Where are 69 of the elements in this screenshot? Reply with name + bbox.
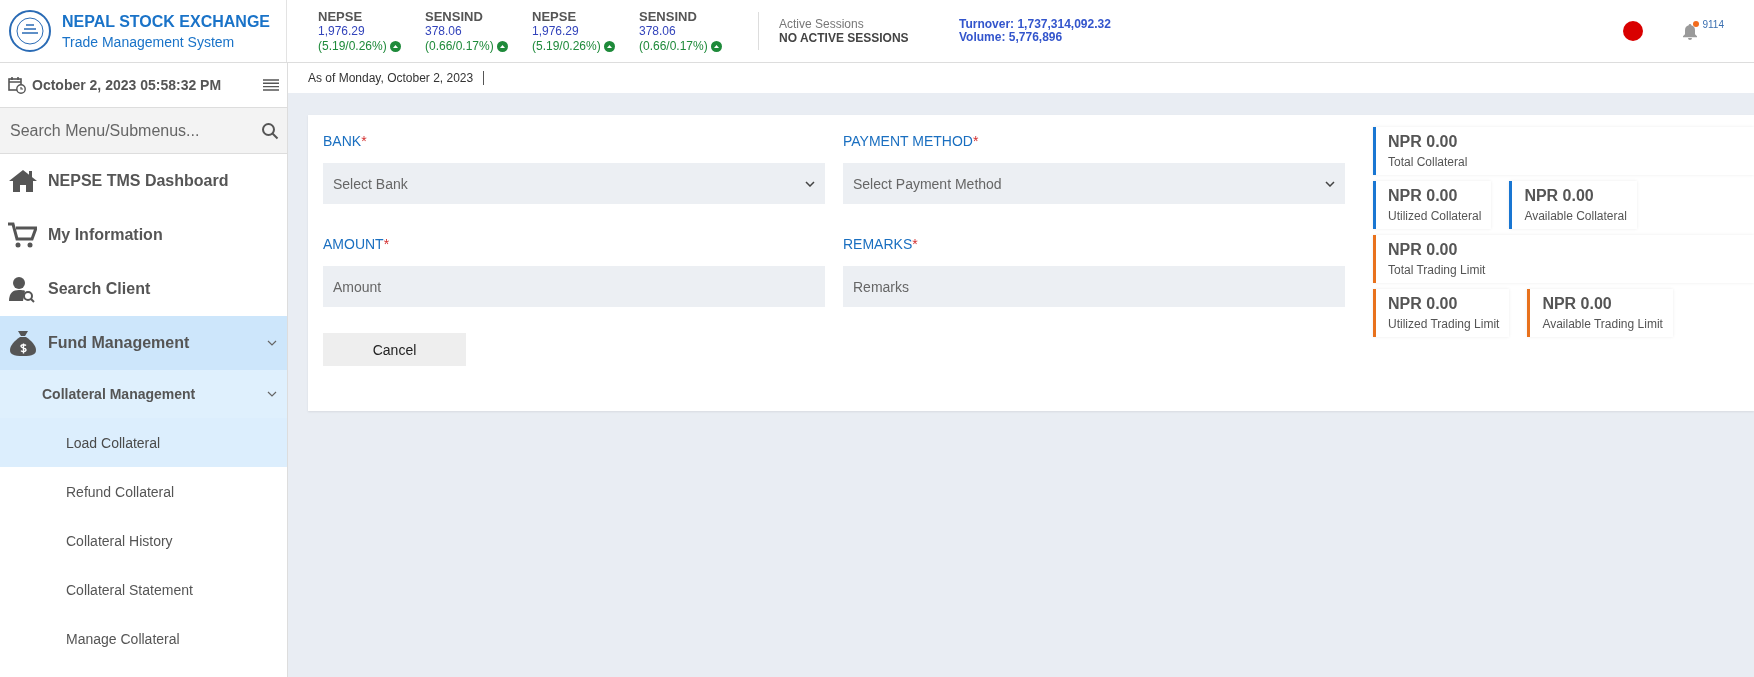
summary-amount: NPR 0.00 bbox=[1388, 295, 1459, 313]
current-datetime: October 2, 2023 05:58:32 PM bbox=[32, 77, 222, 93]
search-field[interactable]: Search Menu/Submenus... bbox=[0, 108, 287, 154]
input-field[interactable]: Amount bbox=[323, 266, 825, 307]
menu-item-label[interactable]: Load Collateral bbox=[66, 434, 161, 451]
calendar-clock-icon bbox=[8, 76, 26, 94]
sessions-status: NO ACTIVE SESSIONS bbox=[779, 31, 910, 45]
input-field[interactable]: Remarks bbox=[843, 266, 1345, 307]
index-change: (5.19/0.26%) bbox=[532, 38, 601, 54]
search-icon[interactable] bbox=[261, 121, 279, 140]
menu-item-label[interactable]: NEPSE TMS Dashboard bbox=[48, 172, 229, 190]
money-bag-icon bbox=[7, 329, 37, 357]
index-name: NEPSE bbox=[318, 8, 364, 24]
menu-icon[interactable] bbox=[263, 79, 279, 91]
select-field[interactable]: Select Bank bbox=[323, 163, 825, 204]
exchange-logo bbox=[8, 9, 52, 53]
chevron-icon[interactable] bbox=[267, 340, 277, 346]
index-name: NEPSE bbox=[532, 8, 578, 24]
menu-item-label[interactable]: Collateral Statement bbox=[66, 581, 193, 598]
index-change: (0.66/0.17%) bbox=[639, 38, 708, 54]
index-value: 1,976.29 bbox=[318, 23, 366, 39]
turnover-text: Turnover: 1,737,314,092.32 bbox=[959, 18, 1111, 31]
index-change: (0.66/0.17%) bbox=[425, 38, 494, 54]
menu-item-label[interactable]: Search Client bbox=[48, 280, 151, 298]
menu-item-label[interactable]: Fund Management bbox=[48, 334, 190, 352]
summary-label: Utilized Trading Limit bbox=[1388, 317, 1500, 331]
index-value: 1,976.29 bbox=[532, 23, 580, 39]
menu-item-label[interactable]: Collateral Management bbox=[42, 386, 196, 402]
logo-title: NEPAL STOCK EXCHANGE bbox=[62, 12, 271, 31]
summary-amount: NPR 0.00 bbox=[1524, 187, 1595, 205]
status-indicator-icon bbox=[1622, 20, 1645, 42]
notification-count[interactable]: 9114 bbox=[1702, 18, 1724, 30]
index-name: SENSIND bbox=[639, 8, 698, 24]
dropdown-caret-icon bbox=[1325, 180, 1335, 187]
index-value: 378.06 bbox=[425, 23, 463, 39]
index-change: (5.19/0.26%) bbox=[318, 38, 387, 54]
summary-label: Available Trading Limit bbox=[1542, 317, 1663, 331]
cancel-button[interactable]: Cancel bbox=[323, 333, 466, 366]
menu-item-label[interactable]: Collateral History bbox=[66, 532, 173, 549]
bell-icon bbox=[1682, 22, 1699, 40]
dropdown-caret-icon bbox=[805, 180, 815, 187]
field-label: REMARKS* bbox=[843, 236, 919, 252]
index-value: 378.06 bbox=[639, 23, 677, 39]
field-label: PAYMENT METHOD* bbox=[843, 133, 980, 149]
chevron-icon[interactable] bbox=[267, 391, 277, 397]
summary-label: Available Collateral bbox=[1524, 209, 1627, 223]
summary-label: Total Collateral bbox=[1388, 155, 1469, 169]
menu-item-label[interactable]: Refund Collateral bbox=[66, 483, 175, 500]
as-of-date: As of Monday, October 2, 2023 bbox=[308, 71, 485, 85]
menu-item-label[interactable]: Manage Collateral bbox=[66, 630, 180, 647]
logo-subtitle: Trade Management System bbox=[62, 33, 236, 50]
summary-label: Total Trading Limit bbox=[1388, 263, 1487, 277]
cart-icon bbox=[7, 221, 37, 249]
summary-amount: NPR 0.00 bbox=[1388, 241, 1459, 259]
summary-amount: NPR 0.00 bbox=[1388, 133, 1459, 151]
menu-item-label[interactable]: My Information bbox=[48, 226, 163, 244]
index-name: SENSIND bbox=[425, 8, 484, 24]
notification-dot-icon bbox=[1692, 19, 1701, 28]
field-label: AMOUNT* bbox=[323, 236, 391, 252]
volume-text: Volume: 5,776,896 bbox=[959, 31, 1064, 44]
summary-label: Utilized Collateral bbox=[1388, 209, 1482, 223]
search-input[interactable]: Search Menu/Submenus... bbox=[8, 120, 261, 141]
user-search-icon bbox=[7, 275, 37, 303]
select-field[interactable]: Select Payment Method bbox=[843, 163, 1345, 204]
summary-amount: NPR 0.00 bbox=[1388, 187, 1459, 205]
sessions-label: Active Sessions bbox=[779, 17, 865, 31]
home-icon bbox=[7, 167, 37, 195]
summary-amount: NPR 0.00 bbox=[1542, 295, 1613, 313]
field-label: BANK* bbox=[323, 133, 368, 149]
